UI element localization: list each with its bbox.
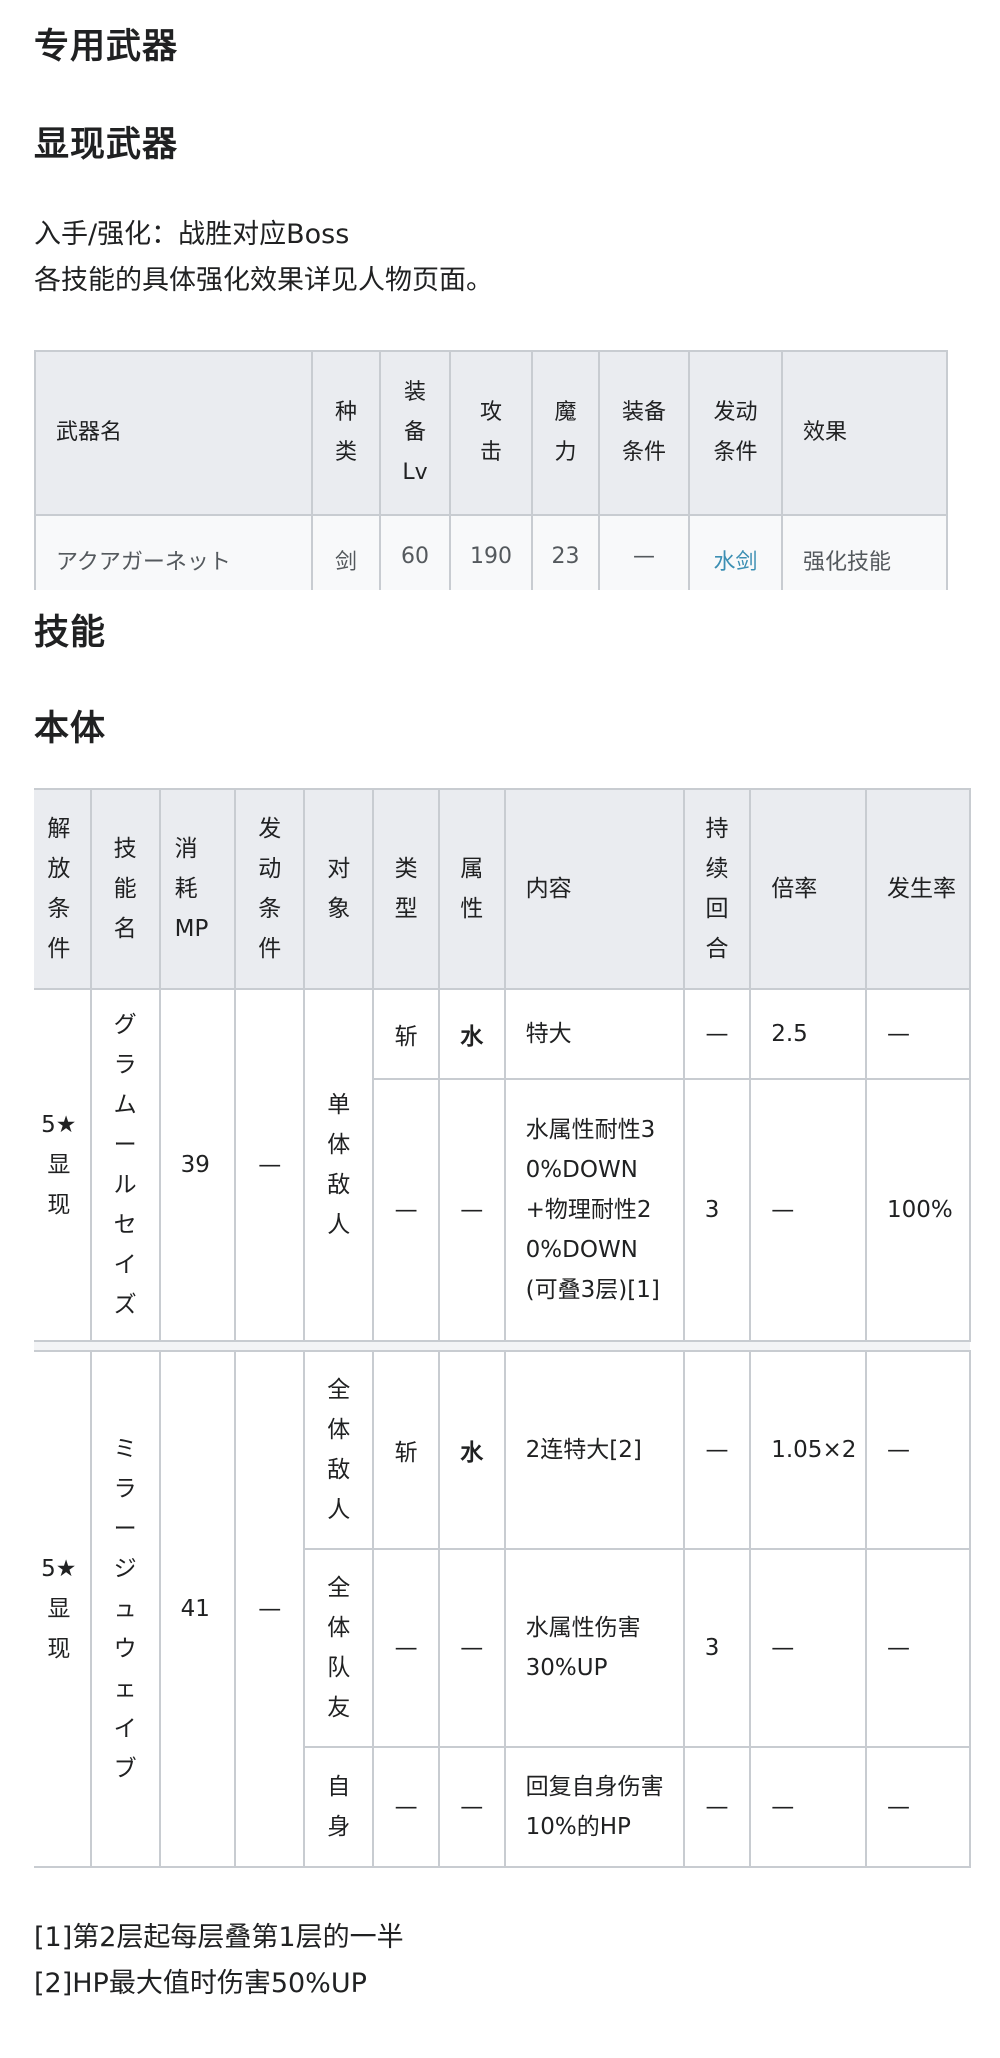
weapon-effect: 强化技能 — [781, 514, 949, 590]
skill2b-kind: — — [372, 1548, 440, 1748]
skill2b-turns: 3 — [682, 1548, 752, 1748]
skill1a-turns: — — [682, 988, 752, 1080]
col-equip-lv[interactable]: 装备Lv — [379, 350, 452, 516]
skill1-unlock: 5★显现 — [34, 988, 92, 1342]
skill1-target: 单体敌人 — [303, 988, 375, 1342]
table-row: 5★显现 ミラージュウェイブ 41 — 全体敌人 斩 水 2连特大[2] — 1… — [34, 1350, 971, 1868]
col-atk[interactable]: 攻击 — [449, 350, 534, 516]
skill2a-turns: — — [682, 1350, 752, 1550]
skill2b-rate: — — [749, 1548, 867, 1748]
table-row: 5★显现 グラムールセイズ 39 — 单体敌人 斩 水 特大 — 2.5 — — [34, 988, 971, 1342]
col-trigger[interactable]: 发动条件 — [688, 350, 784, 516]
skill2c-turns: — — [682, 1746, 752, 1868]
weapon-table-clip: 武器名 种类 装备Lv 攻击 魔力 装备条件 发动条件 效果 アクアガーネット … — [0, 0, 1000, 590]
body-heading: 本体 — [34, 709, 107, 749]
footnote-2: [2]HP最大值时伤害50%UP — [34, 1968, 367, 1999]
skill2c-chance: — — [865, 1746, 971, 1868]
col-unlock[interactable]: 解放条件 — [34, 788, 92, 990]
weapon-atk: 190 — [449, 514, 534, 590]
skill2a-chance: — — [865, 1350, 971, 1550]
col-target[interactable]: 对象 — [303, 788, 375, 990]
skill2a-attr: 水 — [437, 1350, 506, 1550]
col-type[interactable]: 种类 — [310, 350, 382, 516]
col-skill-name[interactable]: 技能名 — [89, 788, 161, 990]
skill1b-content: 水属性耐性30%DOWN+物理耐性20%DOWN(可叠3层)[1] — [503, 1078, 685, 1342]
col-chance[interactable]: 发生率 — [865, 788, 971, 990]
skill1a-kind: 斩 — [372, 988, 440, 1080]
skill2c-kind: — — [372, 1746, 440, 1868]
skill1b-rate: — — [749, 1078, 867, 1342]
weapon-lv: 60 — [379, 514, 452, 590]
skill2c-content: 回复自身伤害10%的HP — [503, 1746, 685, 1868]
skill2-trigger: — — [234, 1350, 306, 1868]
skill2-name: ミラージュウェイブ — [89, 1350, 161, 1868]
skill2-mp: 41 — [158, 1350, 237, 1868]
skill2c-rate: — — [749, 1746, 867, 1868]
skill2b-target: 全体队友 — [303, 1548, 375, 1748]
skill2a-rate: 1.05×2 — [749, 1350, 867, 1550]
skill2b-content: 水属性伤害30%UP — [503, 1548, 685, 1748]
skills-heading: 技能 — [34, 613, 107, 653]
weapon-trigger: 水剑 — [688, 514, 784, 590]
skill2c-target: 自身 — [303, 1746, 375, 1868]
weapon-header-row: 武器名 种类 装备Lv 攻击 魔力 装备条件 发动条件 效果 — [34, 350, 949, 516]
skill2c-attr: — — [437, 1746, 506, 1868]
skill1a-rate: 2.5 — [749, 988, 867, 1080]
col-equip-cond[interactable]: 装备条件 — [598, 350, 691, 516]
skill2b-chance: — — [865, 1548, 971, 1748]
col-trigger-cond[interactable]: 发动条件 — [234, 788, 306, 990]
footnote-1: [1]第2层起每层叠第1层的一半 — [34, 1922, 404, 1953]
weapon-type: 剑 — [310, 514, 382, 590]
col-mp[interactable]: 消耗MP — [158, 788, 237, 990]
skill1a-chance: — — [865, 988, 971, 1080]
col-content[interactable]: 内容 — [503, 788, 685, 990]
skill2b-attr: — — [437, 1548, 506, 1748]
col-rate[interactable]: 倍率 — [749, 788, 867, 990]
skill1b-attr: — — [437, 1078, 506, 1342]
weapon-equip-cond: — — [598, 514, 691, 590]
skill1b-turns: 3 — [682, 1078, 752, 1342]
skill2a-kind: 斩 — [372, 1350, 440, 1550]
skill1-trigger: — — [234, 988, 306, 1342]
skill2-unlock-text: 5★显现 — [41, 1556, 77, 1662]
skill-table: 解放条件 技能名 消耗MP 发动条件 对象 类型 属性 内容 持续回合 倍率 发… — [34, 788, 971, 1868]
skill2-unlock: 5★显现 — [34, 1350, 92, 1868]
col-mag[interactable]: 魔力 — [531, 350, 601, 516]
col-weapon-name[interactable]: 武器名 — [34, 350, 313, 516]
col-attr[interactable]: 属性 — [437, 788, 506, 990]
skill1b-kind: — — [372, 1078, 440, 1342]
weapon-mag: 23 — [531, 514, 601, 590]
row-separator — [34, 1341, 970, 1351]
trigger-link[interactable]: 水剑 — [714, 550, 758, 575]
skill1a-content: 特大 — [503, 988, 685, 1080]
skill-header-row: 解放条件 技能名 消耗MP 发动条件 对象 类型 属性 内容 持续回合 倍率 发… — [34, 788, 971, 990]
col-effect[interactable]: 效果 — [781, 350, 949, 516]
table-row: アクアガーネット 剑 60 190 23 — 水剑 强化技能 — [34, 514, 949, 590]
col-kind[interactable]: 类型 — [372, 788, 440, 990]
skill1-mp: 39 — [158, 988, 237, 1342]
weapon-name: アクアガーネット — [34, 514, 313, 590]
skill-table-clip: 解放条件 技能名 消耗MP 发动条件 对象 类型 属性 内容 持续回合 倍率 发… — [34, 788, 971, 1898]
skill2a-content: 2连特大[2] — [503, 1350, 685, 1550]
skill1-name: グラムールセイズ — [89, 988, 161, 1342]
skill1a-attr: 水 — [437, 988, 506, 1080]
skill2a-target: 全体敌人 — [303, 1350, 375, 1550]
skill1-unlock-text: 5★显现 — [41, 1112, 77, 1218]
col-turns[interactable]: 持续回合 — [682, 788, 752, 990]
footnotes: [1]第2层起每层叠第1层的一半 [2]HP最大值时伤害50%UP — [34, 1915, 404, 2007]
skill1b-chance: 100% — [865, 1078, 971, 1342]
weapon-table: 武器名 种类 装备Lv 攻击 魔力 装备条件 发动条件 效果 アクアガーネット … — [34, 350, 949, 590]
